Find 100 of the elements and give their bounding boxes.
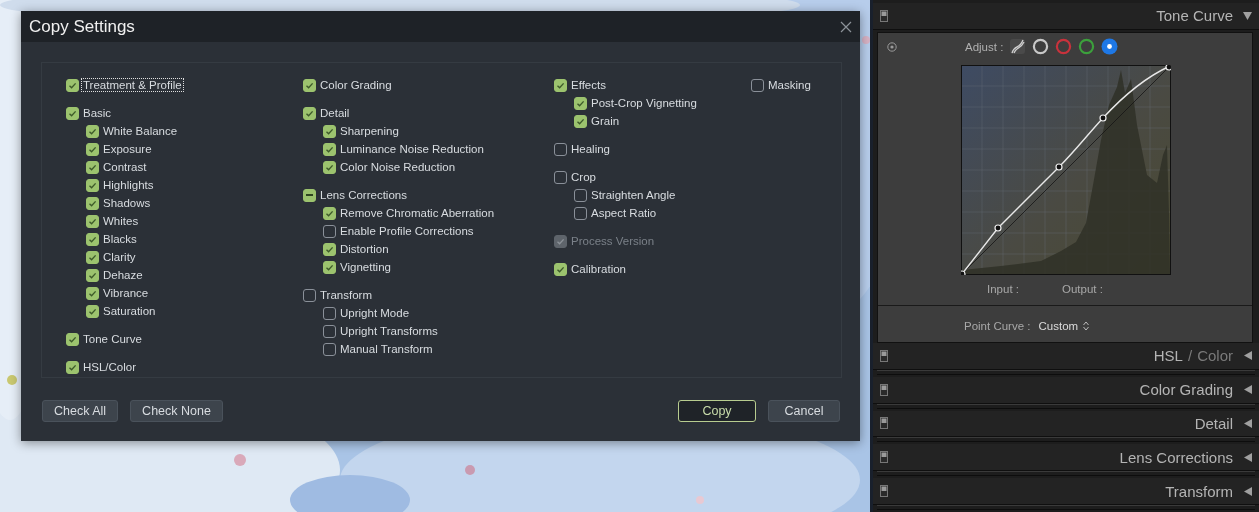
checkbox[interactable] [574,188,587,202]
panel-header[interactable]: Tone Curve [873,3,1259,30]
checkbox-label[interactable]: Vibrance [102,287,150,299]
dialog-button[interactable]: Cancel [768,400,840,422]
expand-triangle-icon[interactable] [1242,451,1253,463]
checkbox-label[interactable]: Crop [570,171,597,183]
checkbox-label[interactable]: Whites [102,215,140,227]
checkbox[interactable] [86,178,99,192]
toggle-icon[interactable] [880,451,888,464]
checkbox-label[interactable]: Basic [82,107,113,119]
dialog-button[interactable]: Copy [678,400,756,422]
toggle-icon[interactable] [880,9,888,22]
checkbox[interactable] [86,124,99,138]
point-curve-dropdown[interactable]: Custom [1038,314,1111,337]
checkbox[interactable] [323,124,336,138]
checkbox-label[interactable]: Blacks [102,233,138,245]
checkbox-label[interactable]: Straighten Angle [590,189,677,201]
checkbox-label[interactable]: Manual Transform [339,343,434,355]
panel-title[interactable]: Lens Corrections [1119,448,1233,466]
checkbox-label[interactable]: Sharpening [339,125,400,137]
panel-header[interactable]: Detail [873,410,1259,438]
dialog-button[interactable]: Check None [130,400,223,422]
checkbox-label[interactable]: Post-Crop Vignetting [590,97,698,109]
checkbox[interactable] [86,250,99,264]
panel-header[interactable]: Lens Corrections [873,444,1259,472]
checkbox[interactable] [86,160,99,174]
dialog-button[interactable]: Check All [42,400,119,422]
expand-triangle-icon[interactable] [1242,418,1253,429]
checkbox[interactable] [86,142,99,156]
checkbox-label[interactable]: Treatment & Profile [82,79,183,91]
checkbox[interactable] [323,342,336,356]
checkbox[interactable] [323,142,336,156]
checkbox-label[interactable]: Luminance Noise Reduction [339,143,485,155]
checkbox-label[interactable]: Detail [319,107,351,119]
checkbox[interactable] [303,106,316,120]
checkbox[interactable] [86,214,99,228]
checkbox-label[interactable]: Contrast [102,161,148,173]
expand-triangle-icon[interactable] [1242,350,1253,362]
target-icon[interactable] [887,41,897,52]
checkbox[interactable] [66,106,79,120]
toggle-icon[interactable] [880,383,888,396]
checkbox[interactable] [574,114,587,128]
checkbox-label[interactable]: Transform [319,289,373,301]
checkbox-label[interactable]: Highlights [102,179,155,191]
checkbox-label[interactable]: Lens Corrections [319,189,408,201]
checkbox-label[interactable]: Distortion [339,243,390,255]
close-icon[interactable] [840,20,852,33]
checkbox[interactable] [66,332,79,346]
expand-triangle-icon[interactable] [1242,485,1253,497]
checkbox-label[interactable]: Vignetting [339,261,392,273]
collapse-triangle-icon[interactable] [1242,10,1253,22]
checkbox[interactable] [574,96,587,110]
checkbox[interactable] [323,206,336,220]
channel-circle-icon[interactable] [1101,38,1119,56]
checkbox-label[interactable]: Grain [590,115,621,127]
toggle-icon[interactable] [880,485,888,498]
checkbox-label[interactable]: Healing [570,143,611,155]
checkbox[interactable] [574,206,587,220]
expand-triangle-icon[interactable] [1242,384,1253,396]
checkbox-label[interactable]: Remove Chromatic Aberration [339,207,496,219]
checkbox-label[interactable]: Tone Curve [82,333,143,345]
panel-title[interactable]: Tone Curve [1156,7,1233,25]
toggle-icon[interactable] [880,417,888,430]
panel-title[interactable]: Detail [1194,415,1233,432]
checkbox[interactable] [303,78,316,92]
checkbox-label[interactable]: Effects [570,79,607,91]
checkbox-label[interactable]: Aspect Ratio [590,207,658,219]
panel-header[interactable]: HSL / Color [873,342,1259,370]
checkbox[interactable] [323,260,336,274]
checkbox-label[interactable]: Saturation [102,305,157,317]
checkbox[interactable] [66,360,79,374]
checkbox[interactable] [86,196,99,210]
checkbox[interactable] [303,188,316,202]
checkbox-label[interactable]: Clarity [102,251,137,263]
checkbox[interactable] [86,304,99,318]
checkbox[interactable] [323,242,336,256]
checkbox[interactable] [323,160,336,174]
checkbox-label[interactable]: Enable Profile Corrections [339,225,475,237]
checkbox[interactable] [323,324,336,338]
checkbox-label[interactable]: Calibration [570,263,627,275]
checkbox-label[interactable]: Upright Transforms [339,325,439,337]
checkbox[interactable] [66,78,79,92]
panel-tab[interactable]: Color [1197,347,1233,365]
checkbox-label[interactable]: Exposure [102,143,153,155]
checkbox[interactable] [554,78,567,92]
checkbox-label[interactable]: Shadows [102,197,152,209]
checkbox[interactable] [86,232,99,246]
panel-title[interactable]: Color Grading [1139,381,1233,399]
checkbox[interactable] [554,262,567,276]
checkbox-label[interactable]: Color Noise Reduction [339,161,457,173]
checkbox[interactable] [323,224,336,238]
checkbox-label[interactable]: HSL/Color [82,361,138,373]
checkbox[interactable] [554,170,567,184]
checkbox-label[interactable]: Upright Mode [339,307,411,319]
checkbox-label[interactable]: Color Grading [319,79,393,91]
parametric-curve-icon[interactable] [1009,38,1027,56]
checkbox[interactable] [751,78,764,92]
checkbox[interactable] [86,286,99,300]
checkbox[interactable] [554,142,567,156]
toggle-icon[interactable] [880,349,888,362]
